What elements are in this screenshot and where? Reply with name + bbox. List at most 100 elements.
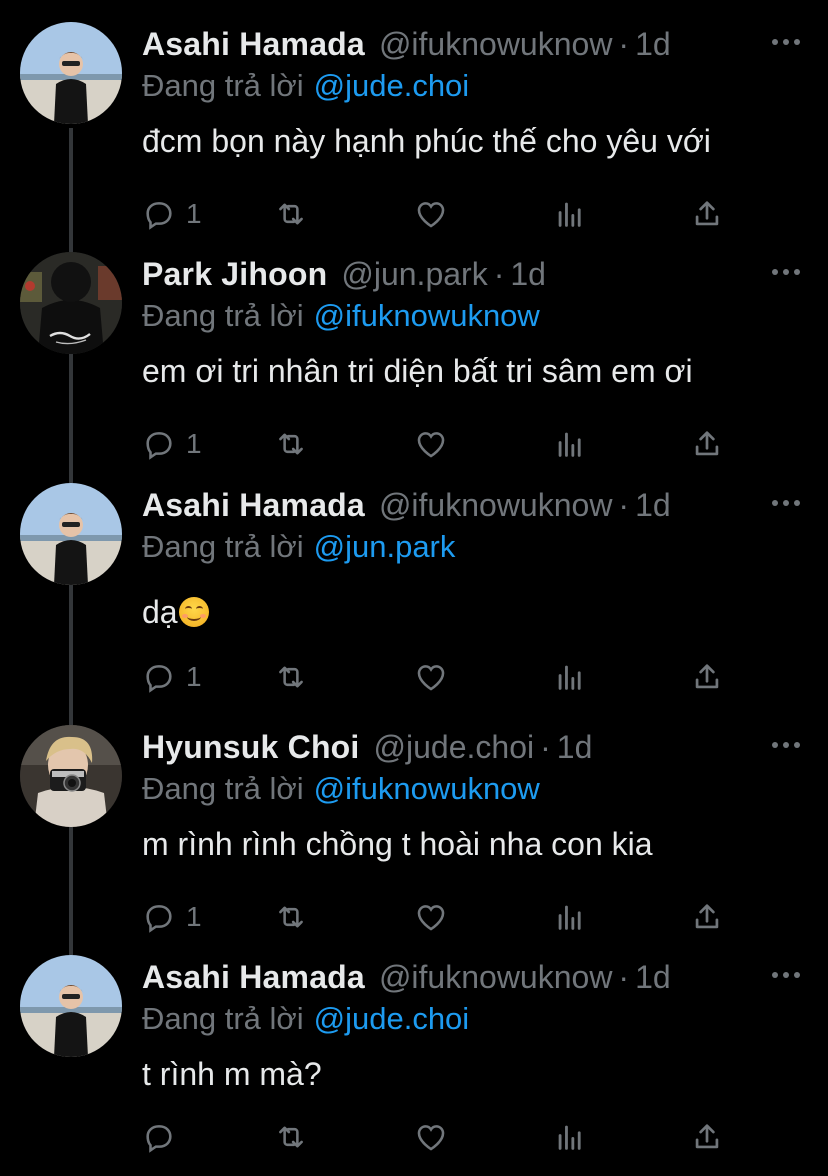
reply-icon [146,1125,172,1153]
more-icon[interactable] [772,969,800,981]
avatar[interactable] [20,955,122,1057]
avatar[interactable] [20,725,122,827]
user-handle[interactable]: @jude.choi [374,729,535,765]
tweet-header: Asahi Hamada @ifuknowuknow · 1d [142,485,671,525]
tweet[interactable]: Asahi Hamada @ifuknowuknow · 1d Đang trả lờ… [0,22,828,242]
replying-to: Đang trả lời @jude.choi [142,999,469,1039]
like-icon [417,202,445,228]
analytics-icon [558,1125,581,1150]
retweet-button[interactable] [274,194,308,234]
reply-thread: Asahi Hamada @ifuknowuknow · 1d Đang trả lờ… [0,0,828,1176]
mention-link[interactable]: @ifuknowuknow [314,771,540,806]
mention-link[interactable]: @ifuknowuknow [314,298,540,333]
timestamp[interactable]: 1d [635,959,671,995]
share-button[interactable] [690,194,724,234]
reply-button[interactable]: 1 [142,657,202,697]
action-bar: 1 [142,657,742,697]
tweet-header: Asahi Hamada @ifuknowuknow · 1d [142,24,671,64]
avatar[interactable] [20,22,122,124]
analytics-button[interactable] [553,657,587,697]
hyunsuk-avatar-image [20,725,122,827]
user-handle[interactable]: @jun.park [341,256,487,292]
like-button[interactable] [414,1117,448,1157]
tweet-text: em ơi tri nhân tri diện bất tri sâm em ơ… [142,353,693,389]
replying-to-label: Đang trả lời [142,529,304,564]
replying-to-label: Đang trả lời [142,298,304,333]
jihoon-avatar-image [20,252,122,354]
analytics-icon [558,905,581,930]
like-button[interactable] [414,897,448,937]
reply-button[interactable]: 1 [142,424,202,464]
replying-to: Đang trả lời @ifuknowuknow [142,769,540,809]
like-button[interactable] [414,657,448,697]
action-bar: 1 [142,194,742,234]
tweet-text: t rình m mà? [142,1056,322,1092]
reply-icon [146,432,172,460]
reply-icon [146,665,172,693]
analytics-icon [558,665,581,690]
separator-dot: · [618,26,630,62]
reply-button[interactable]: 1 [142,897,202,937]
mention-link[interactable]: @jude.choi [314,68,470,103]
display-name[interactable]: Asahi Hamada [142,26,365,62]
tweet[interactable]: Hyunsuk Choi @jude.choi · 1d Đang trả lời @i… [0,725,828,945]
display-name[interactable]: Hyunsuk Choi [142,729,360,765]
retweet-button[interactable] [274,424,308,464]
like-button[interactable] [414,194,448,234]
mention-link[interactable]: @jun.park [314,529,456,564]
like-icon [417,1125,445,1151]
more-icon[interactable] [772,739,800,751]
like-icon [417,665,445,691]
retweet-button[interactable] [274,1117,308,1157]
retweet-icon [279,906,303,928]
timestamp[interactable]: 1d [635,487,671,523]
share-icon [695,201,719,226]
avatar[interactable] [20,252,122,354]
display-name[interactable]: Asahi Hamada [142,959,365,995]
display-name[interactable]: Asahi Hamada [142,487,365,523]
analytics-icon [558,202,581,227]
reply-button[interactable] [142,1117,186,1157]
asahi-avatar-image [20,22,122,124]
more-icon[interactable] [772,497,800,509]
replying-to-label: Đang trả lời [142,1001,304,1036]
share-button[interactable] [690,1117,724,1157]
reply-button[interactable]: 1 [142,194,202,234]
user-handle[interactable]: @ifuknowuknow [379,26,612,62]
retweet-icon [279,666,303,688]
replying-to: Đang trả lời @jun.park [142,527,455,567]
more-icon[interactable] [772,36,800,48]
retweet-button[interactable] [274,897,308,937]
tweet[interactable]: Park Jihoon @jun.park · 1d Đang trả lời @ifu… [0,252,828,472]
share-button[interactable] [690,424,724,464]
timestamp[interactable]: 1d [557,729,593,765]
like-icon [417,905,445,931]
reply-icon [146,905,172,933]
separator-dot: · [540,729,551,765]
tweet[interactable]: Asahi Hamada @ifuknowuknow · 1d Đang trả lờ… [0,483,828,703]
user-handle[interactable]: @ifuknowuknow [379,959,612,995]
analytics-button[interactable] [553,1117,587,1157]
like-button[interactable] [414,424,448,464]
tweet-header: Hyunsuk Choi @jude.choi · 1d [142,727,592,767]
tweet-text: dạ [142,591,209,633]
timestamp[interactable]: 1d [510,256,546,292]
analytics-button[interactable] [553,194,587,234]
mention-link[interactable]: @jude.choi [314,1001,470,1036]
retweet-icon [279,1126,303,1148]
user-handle[interactable]: @ifuknowuknow [379,487,612,523]
timestamp[interactable]: 1d [635,26,671,62]
retweet-button[interactable] [274,657,308,697]
reply-count: 1 [186,901,202,932]
display-name[interactable]: Park Jihoon [142,256,327,292]
reply-count: 1 [186,661,202,692]
avatar[interactable] [20,483,122,585]
share-button[interactable] [690,657,724,697]
analytics-button[interactable] [553,424,587,464]
reply-count: 1 [186,428,202,459]
share-button[interactable] [690,897,724,937]
tweet[interactable]: Asahi Hamada @ifuknowuknow · 1d Đang trả lờ… [0,955,828,1175]
more-icon[interactable] [772,266,800,278]
action-bar [142,1117,742,1157]
analytics-button[interactable] [553,897,587,937]
